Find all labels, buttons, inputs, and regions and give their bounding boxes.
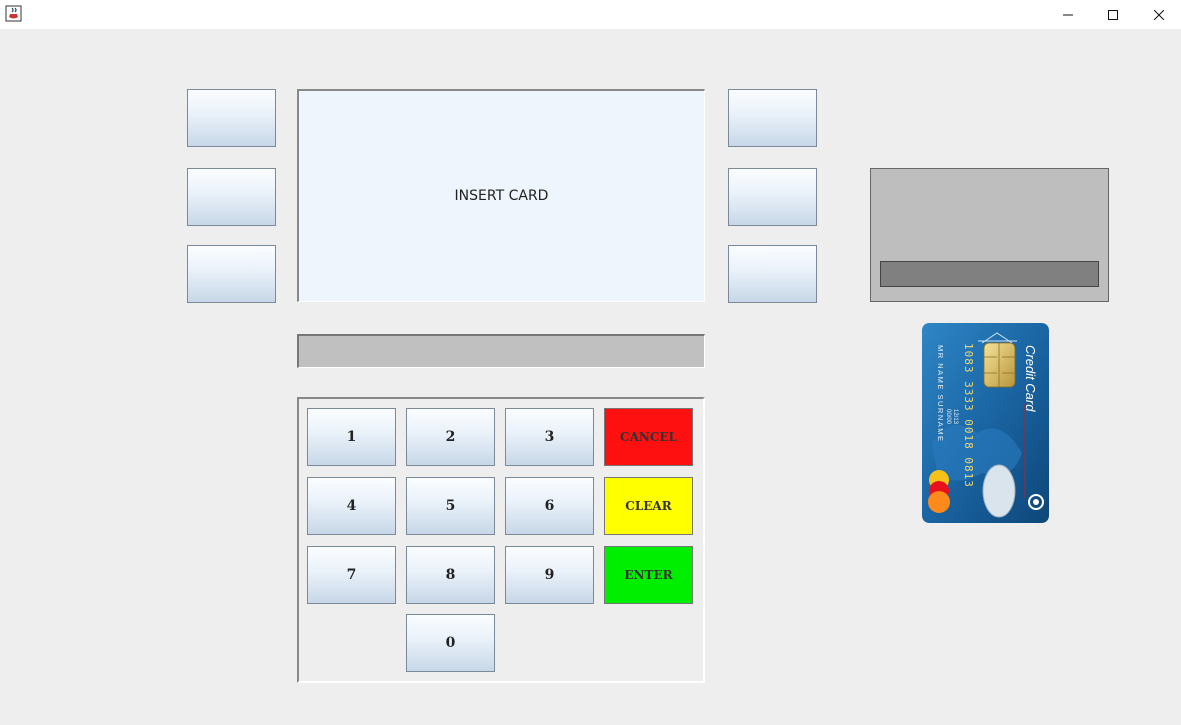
minimize-button[interactable] [1045,0,1091,29]
card-brand: Credit Card [1023,345,1038,412]
key-3[interactable]: 3 [505,408,594,466]
title-bar [0,0,1181,29]
key-0[interactable]: 0 [406,614,495,672]
left-side-button-3[interactable] [187,245,276,303]
key-9[interactable]: 9 [505,546,594,604]
card-logo-icon [928,470,950,513]
java-coffee-icon [5,5,22,22]
credit-card[interactable]: Credit Card 1083 3333 0018 0813 MR NAME … [922,323,1049,523]
left-side-button-2[interactable] [187,168,276,226]
clear-button[interactable]: CLEAR [604,477,693,535]
enter-button[interactable]: ENTER [604,546,693,604]
atm-screen: INSERT CARD [297,89,705,302]
card-date-a: 00/00 [945,409,951,425]
card-holder: MR NAME SURNAME [936,345,945,443]
close-button[interactable] [1136,0,1181,29]
maximize-icon [1108,9,1118,20]
card-date-b: 12/13 [952,409,958,425]
screen-message: INSERT CARD [454,188,549,204]
key-1[interactable]: 1 [307,408,396,466]
key-2[interactable]: 2 [406,408,495,466]
card-slot [870,168,1109,302]
left-side-button-1[interactable] [187,89,276,147]
maximize-button[interactable] [1090,0,1136,29]
close-icon [1154,9,1164,20]
right-side-button-3[interactable] [728,245,817,303]
cancel-button[interactable]: CANCEL [604,408,693,466]
key-4[interactable]: 4 [307,477,396,535]
pin-entry-display [297,334,705,368]
card-chip-icon [983,342,1016,388]
key-5[interactable]: 5 [406,477,495,535]
card-number: 1083 3333 0018 0813 [962,343,975,488]
keypad-panel: 1 2 3 CANCEL 4 5 6 CLEAR 7 8 9 ENTER 0 [297,397,705,683]
key-7[interactable]: 7 [307,546,396,604]
minimize-icon [1063,14,1073,15]
right-side-button-1[interactable] [728,89,817,147]
key-8[interactable]: 8 [406,546,495,604]
card-slot-opening[interactable] [880,261,1099,287]
hologram-icon [982,464,1016,518]
key-6[interactable]: 6 [505,477,594,535]
right-side-button-2[interactable] [728,168,817,226]
